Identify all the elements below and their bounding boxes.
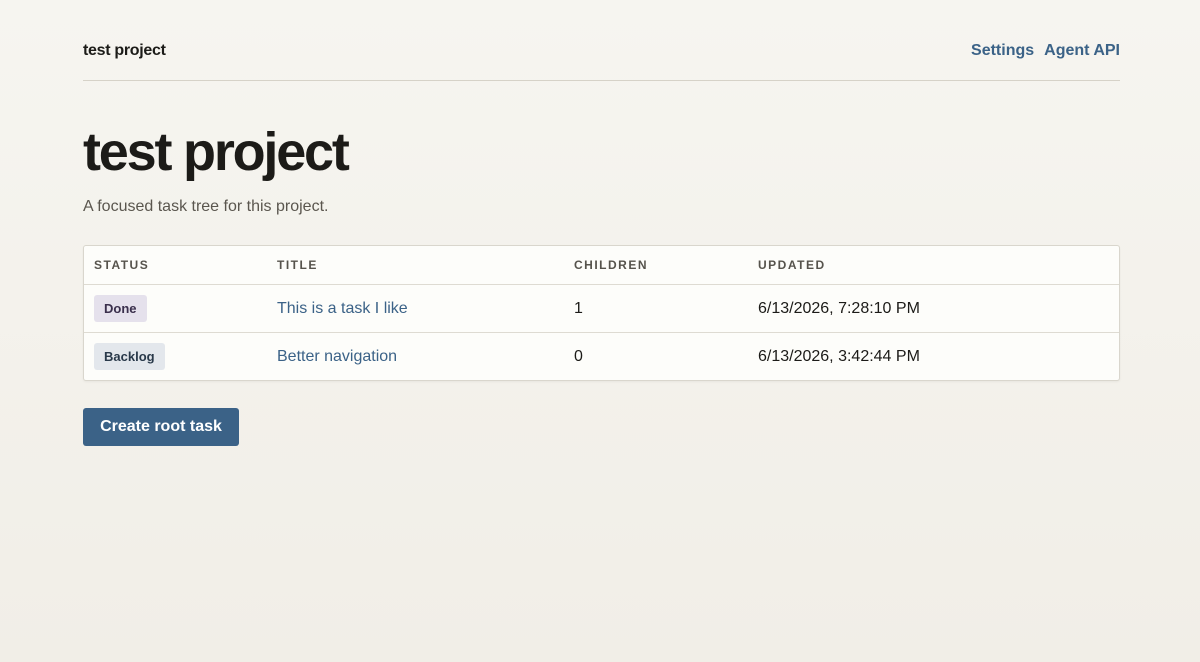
create-root-task-button[interactable]: Create root task [83, 408, 239, 446]
status-cell: Backlog [84, 332, 267, 380]
title-cell: This is a task I like [267, 285, 564, 333]
brand-link[interactable]: test project [83, 42, 166, 60]
task-link[interactable]: This is a task I like [277, 300, 408, 317]
table-header-row: STATUS TITLE CHILDREN UPDATED [84, 246, 1119, 285]
status-badge: Backlog [94, 343, 165, 370]
title-cell: Better navigation [267, 332, 564, 380]
page-title: test project [83, 122, 350, 182]
task-table: STATUS TITLE CHILDREN UPDATED Done This … [84, 246, 1119, 380]
status-badge: Done [94, 295, 147, 322]
task-link[interactable]: Better navigation [277, 348, 397, 365]
top-nav: Settings Agent API [971, 42, 1120, 60]
column-header-title: TITLE [267, 246, 564, 285]
task-table-card: STATUS TITLE CHILDREN UPDATED Done This … [83, 245, 1120, 381]
column-header-updated: UPDATED [748, 246, 1119, 285]
page-subtitle: A focused task tree for this project. [83, 198, 329, 215]
top-bar: test project Settings Agent API [83, 0, 1120, 81]
column-header-status: STATUS [84, 246, 267, 285]
column-header-children: CHILDREN [564, 246, 748, 285]
table-row: Backlog Better navigation 0 6/13/2026, 3… [84, 332, 1119, 380]
table-row: Done This is a task I like 1 6/13/2026, … [84, 285, 1119, 333]
agent-api-link[interactable]: Agent API [1044, 42, 1120, 60]
children-cell: 0 [564, 332, 748, 380]
updated-cell: 6/13/2026, 3:42:44 PM [748, 332, 1119, 380]
page-container: test project Settings Agent API test pro… [83, 0, 1120, 446]
settings-link[interactable]: Settings [971, 42, 1034, 60]
status-cell: Done [84, 285, 267, 333]
children-cell: 1 [574, 299, 583, 317]
updated-cell: 6/13/2026, 7:28:10 PM [758, 299, 920, 317]
